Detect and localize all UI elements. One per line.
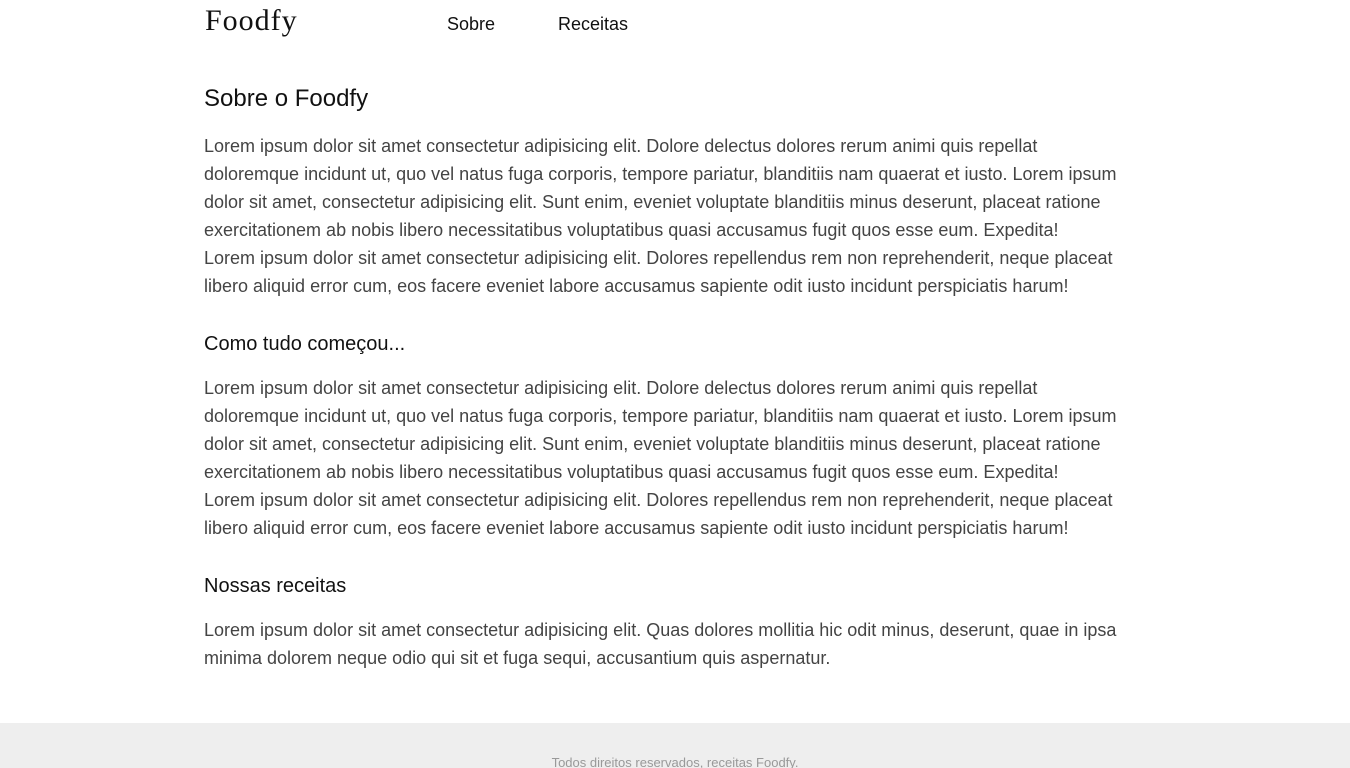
foodfy-logo[interactable]: Foodfy — [205, 3, 298, 39]
paragraph-line: Lorem ipsum dolor sit amet consectetur a… — [204, 136, 1038, 156]
paragraph-line: libero aliquid error cum, eos facere eve… — [204, 276, 1069, 296]
paragraph-line: Lorem ipsum dolor sit amet consectetur a… — [204, 620, 1117, 640]
about-paragraph: Lorem ipsum dolor sit amet consectetur a… — [204, 132, 1129, 300]
site-header: Foodfy Sobre Receitas — [204, 0, 1124, 48]
paragraph-line: dolor sit amet, consectetur adipisicing … — [204, 434, 1101, 454]
paragraph-line: Lorem ipsum dolor sit amet consectetur a… — [204, 248, 1113, 268]
site-footer: Todos direitos reservados, receitas Food… — [0, 723, 1350, 768]
paragraph-line: Lorem ipsum dolor sit amet consectetur a… — [204, 490, 1113, 510]
footer-copyright: Todos direitos reservados, receitas Food… — [551, 755, 799, 768]
paragraph-line: dolor sit amet, consectetur adipisicing … — [204, 192, 1101, 212]
paragraph-line: Lorem ipsum dolor sit amet consectetur a… — [204, 378, 1038, 398]
nav-link-sobre[interactable]: Sobre — [447, 12, 495, 36]
nav-link-receitas[interactable]: Receitas — [558, 12, 628, 36]
recipes-paragraph: Lorem ipsum dolor sit amet consectetur a… — [204, 616, 1129, 672]
page-title: Sobre o Foodfy — [204, 85, 369, 112]
paragraph-line: libero aliquid error cum, eos facere eve… — [204, 518, 1069, 538]
paragraph-line: exercitationem ab nobis libero necessita… — [204, 462, 1059, 482]
section-heading-recipes: Nossas receitas — [204, 575, 347, 597]
paragraph-line: doloremque incidunt ut, quo vel natus fu… — [204, 164, 1117, 184]
section-heading-history: Como tudo começou... — [204, 333, 406, 355]
history-paragraph: Lorem ipsum dolor sit amet consectetur a… — [204, 374, 1129, 542]
paragraph-line: minima dolorem neque odio qui sit et fug… — [204, 648, 831, 668]
paragraph-line: doloremque incidunt ut, quo vel natus fu… — [204, 406, 1117, 426]
paragraph-line: exercitationem ab nobis libero necessita… — [204, 220, 1059, 240]
